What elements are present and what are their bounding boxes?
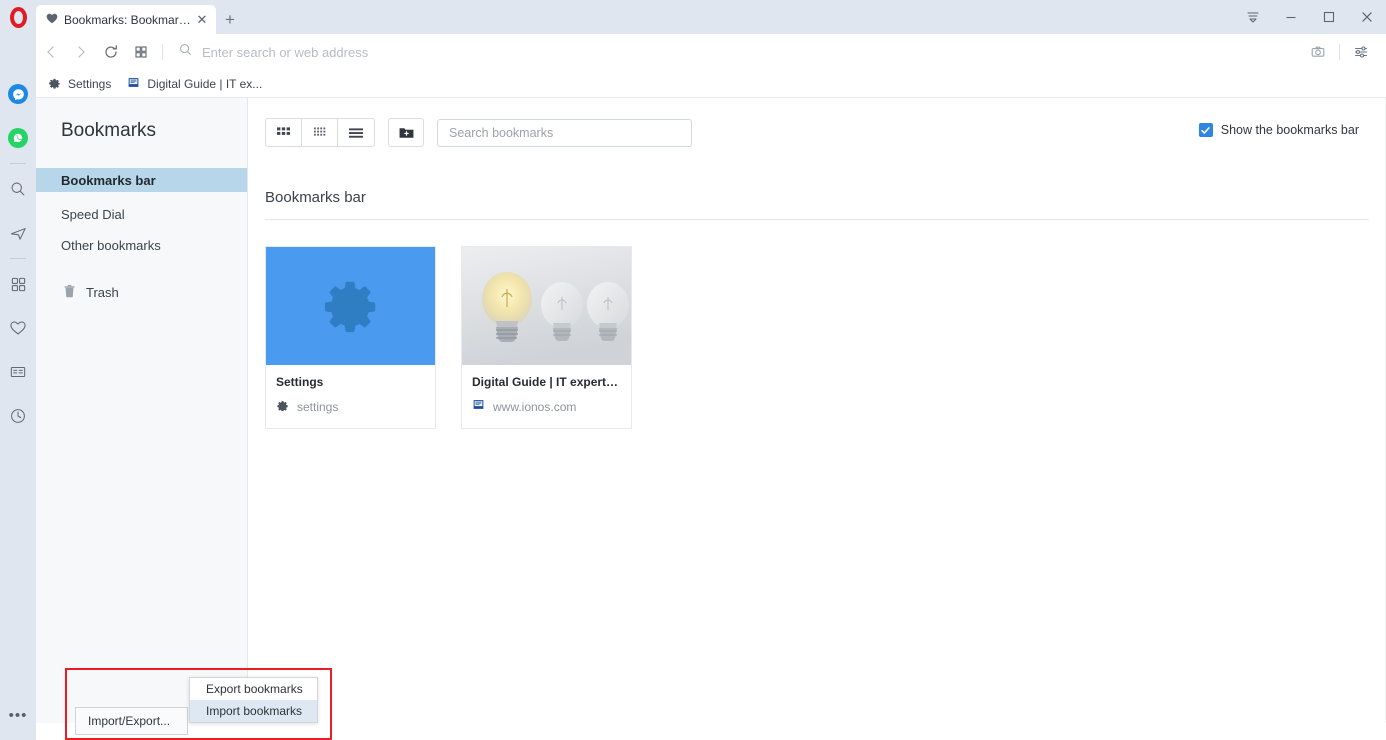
close-button[interactable] — [1348, 0, 1386, 34]
rail-divider — [10, 163, 26, 164]
checkbox-checked-icon[interactable] — [1199, 123, 1213, 137]
menu-item-export-bookmarks[interactable]: Export bookmarks — [190, 678, 317, 700]
bookmark-card[interactable]: Digital Guide | IT expertis... www.ionos… — [461, 246, 632, 429]
bookmark-subtitle-row: settings — [276, 398, 425, 416]
sidebar-item-other-bookmarks[interactable]: Other bookmarks — [36, 233, 247, 257]
search-input[interactable]: Search bookmarks — [437, 119, 692, 147]
import-export-label: Import/Export... — [88, 714, 170, 728]
bookmark-card-list: Settings settings — [248, 220, 1386, 429]
history-icon[interactable] — [0, 394, 36, 438]
new-tab-button[interactable]: + — [216, 5, 244, 34]
speed-dial-icon[interactable] — [0, 262, 36, 306]
bookmark-thumbnail-settings — [266, 247, 435, 365]
sidebar-more-button[interactable]: ••• — [0, 707, 36, 724]
back-icon[interactable] — [36, 37, 66, 67]
browser-tab[interactable]: Bookmarks: Bookmarks bar ✕ — [36, 5, 216, 34]
opera-logo — [0, 0, 36, 34]
book-icon — [472, 398, 485, 416]
sliders-icon[interactable] — [1346, 37, 1376, 67]
heart-icon[interactable] — [0, 306, 36, 350]
messenger-icon[interactable] — [0, 72, 36, 116]
large-grid-icon[interactable] — [266, 119, 302, 146]
menu-item-import-bookmarks[interactable]: Import bookmarks — [190, 700, 317, 722]
opera-browser-window: Bookmarks: Bookmarks bar ✕ + — [0, 0, 1386, 740]
show-bookmarks-bar-label: Show the bookmarks bar — [1221, 123, 1359, 137]
news-icon[interactable] — [0, 350, 36, 394]
bookmarks-bar: Settings Digital Guide | IT ex... — [36, 70, 1386, 98]
bookmark-subtitle: settings — [297, 400, 338, 414]
book-icon — [127, 76, 140, 92]
maximize-button[interactable] — [1310, 0, 1348, 34]
reload-icon[interactable] — [96, 37, 126, 67]
new-folder-icon[interactable] — [388, 118, 424, 147]
toolbar-divider-right — [1339, 44, 1340, 60]
search-icon — [178, 42, 193, 62]
bookmark-thumbnail-lightbulbs — [462, 247, 631, 365]
sidebar-item-bookmarks-bar[interactable]: Bookmarks bar — [36, 168, 247, 192]
sidebar-item-label: Speed Dial — [61, 207, 125, 222]
camera-icon[interactable] — [1303, 37, 1333, 67]
address-bar: Enter search or web address — [36, 34, 1386, 70]
heart-icon — [46, 13, 58, 27]
sidebar-rail: ••• — [0, 34, 36, 740]
view-mode-group — [265, 118, 375, 147]
gear-icon — [276, 398, 289, 416]
whatsapp-icon[interactable] — [0, 116, 36, 160]
menu-item-label: Export bookmarks — [206, 682, 303, 696]
show-bookmarks-bar-toggle[interactable]: Show the bookmarks bar — [1199, 123, 1359, 137]
bookmarks-bar-item-label: Digital Guide | IT ex... — [147, 77, 262, 91]
search-placeholder: Search bookmarks — [449, 126, 553, 140]
bookmark-card[interactable]: Settings settings — [265, 246, 436, 429]
minimize-button[interactable] — [1272, 0, 1310, 34]
bookmark-title: Digital Guide | IT expertis... — [472, 375, 621, 389]
menu-item-label: Import bookmarks — [206, 704, 302, 718]
bookmarks-bar-item-digital-guide[interactable]: Digital Guide | IT ex... — [127, 76, 262, 92]
send-icon[interactable] — [0, 211, 36, 255]
bookmark-subtitle-row: www.ionos.com — [472, 398, 621, 416]
search-icon[interactable] — [0, 167, 36, 211]
bookmarks-side-panel: Bookmarks Bookmarks bar Speed Dial Other… — [36, 98, 248, 740]
sidebar-item-speed-dial[interactable]: Speed Dial — [36, 202, 247, 226]
trash-icon — [63, 284, 76, 301]
bookmarks-page: Bookmarks Bookmarks bar Speed Dial Other… — [36, 98, 1386, 740]
bookmark-card-meta: Digital Guide | IT expertis... www.ionos… — [462, 365, 631, 428]
bookmarks-content: Search bookmarks Show the bookmarks bar … — [248, 98, 1386, 740]
window-controls — [1234, 0, 1386, 34]
toolbar-divider — [162, 44, 163, 60]
page-title: Bookmarks — [36, 98, 247, 142]
title-bar: Bookmarks: Bookmarks bar ✕ + — [0, 0, 1386, 34]
import-export-menu: Export bookmarks Import bookmarks — [189, 677, 318, 723]
speed-dial-icon[interactable] — [126, 37, 156, 67]
list-icon[interactable] — [338, 119, 374, 146]
sidebar-item-label: Other bookmarks — [61, 238, 161, 253]
section-title: Bookmarks bar — [248, 147, 1386, 206]
close-icon[interactable]: ✕ — [194, 12, 210, 28]
rail-divider — [10, 258, 26, 259]
small-grid-icon[interactable] — [302, 119, 338, 146]
collapse-tabs-icon[interactable] — [1234, 0, 1272, 34]
bookmarks-bar-item-settings[interactable]: Settings — [48, 76, 111, 92]
bookmarks-nav-list: Bookmarks bar Speed Dial Other bookmarks — [36, 168, 247, 257]
address-placeholder: Enter search or web address — [202, 45, 368, 60]
import-export-button[interactable]: Import/Export... — [75, 707, 188, 735]
address-input[interactable]: Enter search or web address — [169, 37, 1303, 67]
tab-title: Bookmarks: Bookmarks bar — [64, 13, 194, 27]
sidebar-item-label: Trash — [86, 285, 119, 300]
address-bar-actions — [1303, 37, 1386, 67]
gear-icon — [48, 76, 61, 92]
bookmark-title: Settings — [276, 375, 425, 389]
bookmark-subtitle: www.ionos.com — [493, 400, 576, 414]
bookmark-card-meta: Settings settings — [266, 365, 435, 428]
forward-icon[interactable] — [66, 37, 96, 67]
sidebar-item-trash[interactable]: Trash — [36, 284, 119, 301]
sidebar-item-label: Bookmarks bar — [61, 173, 156, 188]
bookmarks-bar-item-label: Settings — [68, 77, 111, 91]
